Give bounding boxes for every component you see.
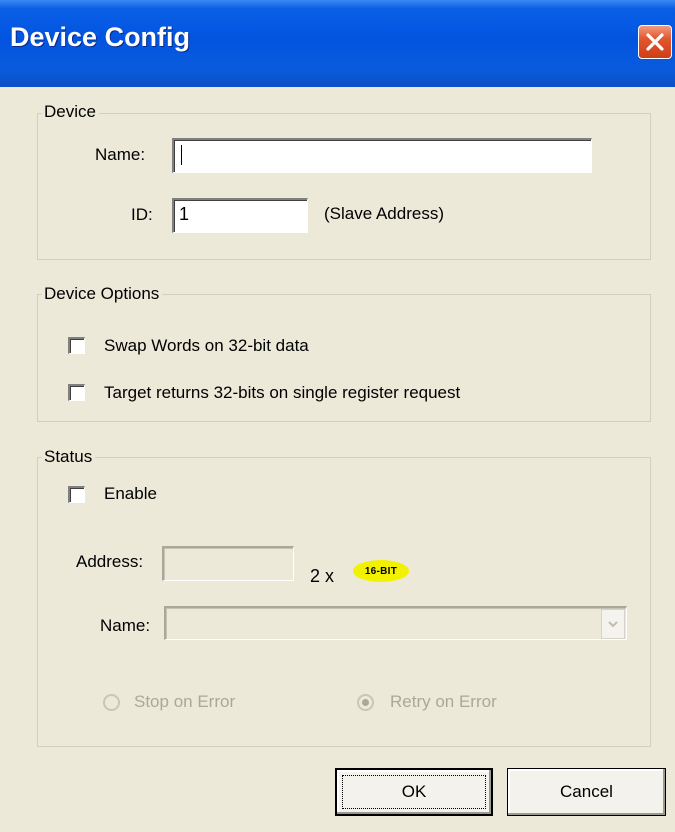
device-name-label: Name: — [95, 145, 146, 164]
device-id-input[interactable]: 1 — [172, 198, 308, 233]
device-id-value: 1 — [179, 204, 190, 224]
multiplier-text: 2 x — [310, 566, 335, 586]
title-bar[interactable]: Device Config — [0, 0, 675, 87]
device-id-label: ID: — [131, 205, 153, 224]
device-name-input[interactable] — [172, 138, 592, 173]
retry-on-error-radio[interactable] — [357, 694, 374, 711]
swap-words-checkbox[interactable] — [68, 337, 85, 354]
cancel-button[interactable]: Cancel — [507, 768, 666, 816]
chevron-down-icon — [608, 621, 618, 627]
swap-words-label[interactable]: Swap Words on 32-bit data — [104, 336, 309, 356]
device-options-group-label: Device Options — [42, 285, 163, 303]
address-input[interactable] — [162, 546, 294, 581]
slave-address-hint: (Slave Address) — [324, 204, 444, 223]
close-button[interactable] — [638, 25, 672, 59]
retry-on-error-label[interactable]: Retry on Error — [390, 692, 497, 712]
enable-checkbox[interactable] — [68, 486, 85, 503]
cancel-button-label: Cancel — [560, 782, 613, 801]
enable-label[interactable]: Enable — [104, 484, 157, 504]
ok-button[interactable]: OK — [335, 768, 493, 816]
device-group — [37, 113, 651, 260]
stop-on-error-label[interactable]: Stop on Error — [134, 692, 235, 712]
status-name-label: Name: — [100, 616, 151, 635]
address-label: Address: — [76, 552, 144, 571]
dropdown-button[interactable] — [601, 609, 625, 639]
status-name-combobox[interactable] — [164, 606, 627, 640]
status-group-label: Status — [42, 448, 96, 466]
stop-on-error-radio[interactable] — [103, 694, 120, 711]
ok-button-label: OK — [401, 782, 427, 801]
target-returns-label[interactable]: Target returns 32-bits on single registe… — [104, 383, 460, 403]
close-icon — [646, 33, 664, 51]
window-title: Device Config — [10, 22, 191, 52]
target-returns-checkbox[interactable] — [68, 384, 85, 401]
bit-width-badge-text: 16-BIT — [364, 565, 398, 577]
bit-width-badge: 16-BIT — [353, 560, 409, 582]
radio-selected-dot — [362, 699, 369, 706]
device-group-label: Device — [42, 103, 99, 121]
text-caret — [181, 145, 182, 165]
